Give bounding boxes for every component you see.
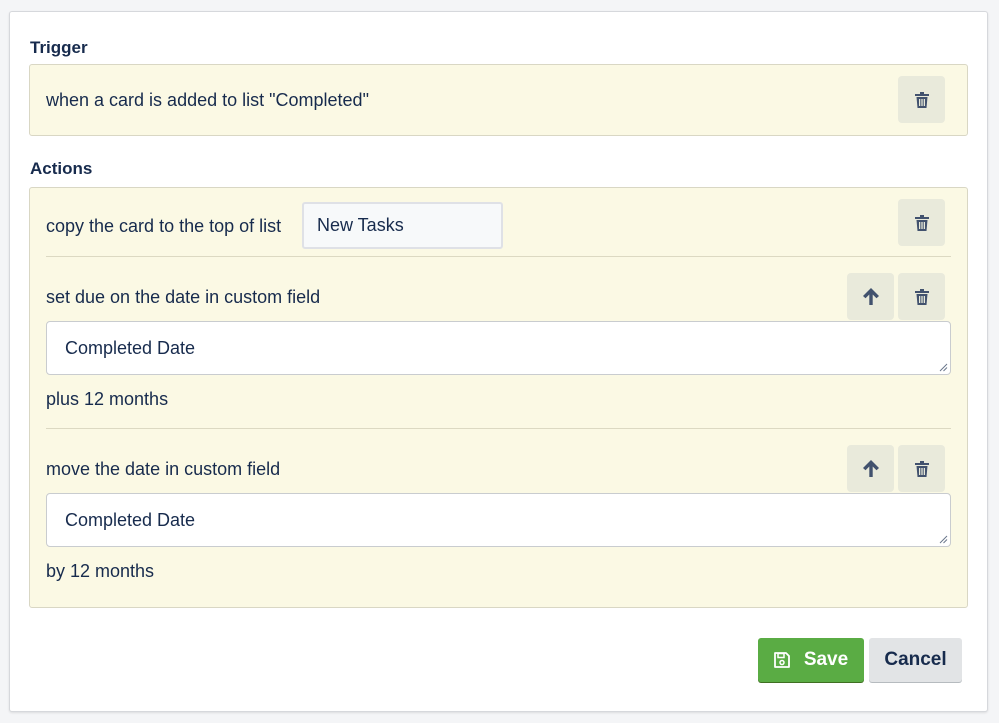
action-set-due-text: set due on the date in custom field xyxy=(46,287,321,307)
rule-editor-card: Trigger when a card is added to list "Co… xyxy=(9,11,988,712)
delete-trigger-button[interactable] xyxy=(898,76,945,123)
action-divider xyxy=(46,428,951,429)
action-move-date-suffix: by 12 months xyxy=(46,561,155,581)
resize-grip-icon[interactable] xyxy=(939,363,948,372)
action-move-date-text: move the date in custom field xyxy=(46,459,281,479)
trash-icon xyxy=(914,288,929,305)
action-set-due-suffix: plus 12 months xyxy=(46,389,169,409)
arrow-up-icon xyxy=(862,288,879,305)
move-up-action-3-button[interactable] xyxy=(847,445,894,492)
resize-grip-icon[interactable] xyxy=(939,535,948,544)
list-name-input[interactable] xyxy=(302,202,503,249)
trigger-panel: when a card is added to list "Completed" xyxy=(29,64,968,136)
move-up-action-2-button[interactable] xyxy=(847,273,894,320)
trash-icon xyxy=(914,214,929,231)
actions-heading: Actions xyxy=(30,159,93,178)
custom-field-value: Completed Date xyxy=(65,337,196,358)
actions-panel: copy the card to the top of list set due… xyxy=(29,187,968,608)
trash-icon xyxy=(914,460,929,477)
action-copy-text: copy the card to the top of list xyxy=(46,216,282,236)
trash-icon xyxy=(914,91,929,108)
custom-field-select-1[interactable]: Completed Date xyxy=(46,321,951,375)
arrow-up-icon xyxy=(862,460,879,477)
cancel-label: Cancel xyxy=(884,649,947,670)
delete-action-1-button[interactable] xyxy=(898,199,945,246)
custom-field-select-2[interactable]: Completed Date xyxy=(46,493,951,547)
trigger-heading: Trigger xyxy=(30,38,88,57)
delete-action-2-button[interactable] xyxy=(898,273,945,320)
delete-action-3-button[interactable] xyxy=(898,445,945,492)
action-divider xyxy=(46,256,951,257)
save-label: Save xyxy=(803,649,849,670)
floppy-disk-icon xyxy=(773,652,790,668)
cancel-button[interactable]: Cancel xyxy=(869,638,962,682)
save-button[interactable]: Save xyxy=(758,638,864,682)
trigger-text: when a card is added to list "Completed" xyxy=(46,90,369,110)
custom-field-value: Completed Date xyxy=(65,509,196,530)
